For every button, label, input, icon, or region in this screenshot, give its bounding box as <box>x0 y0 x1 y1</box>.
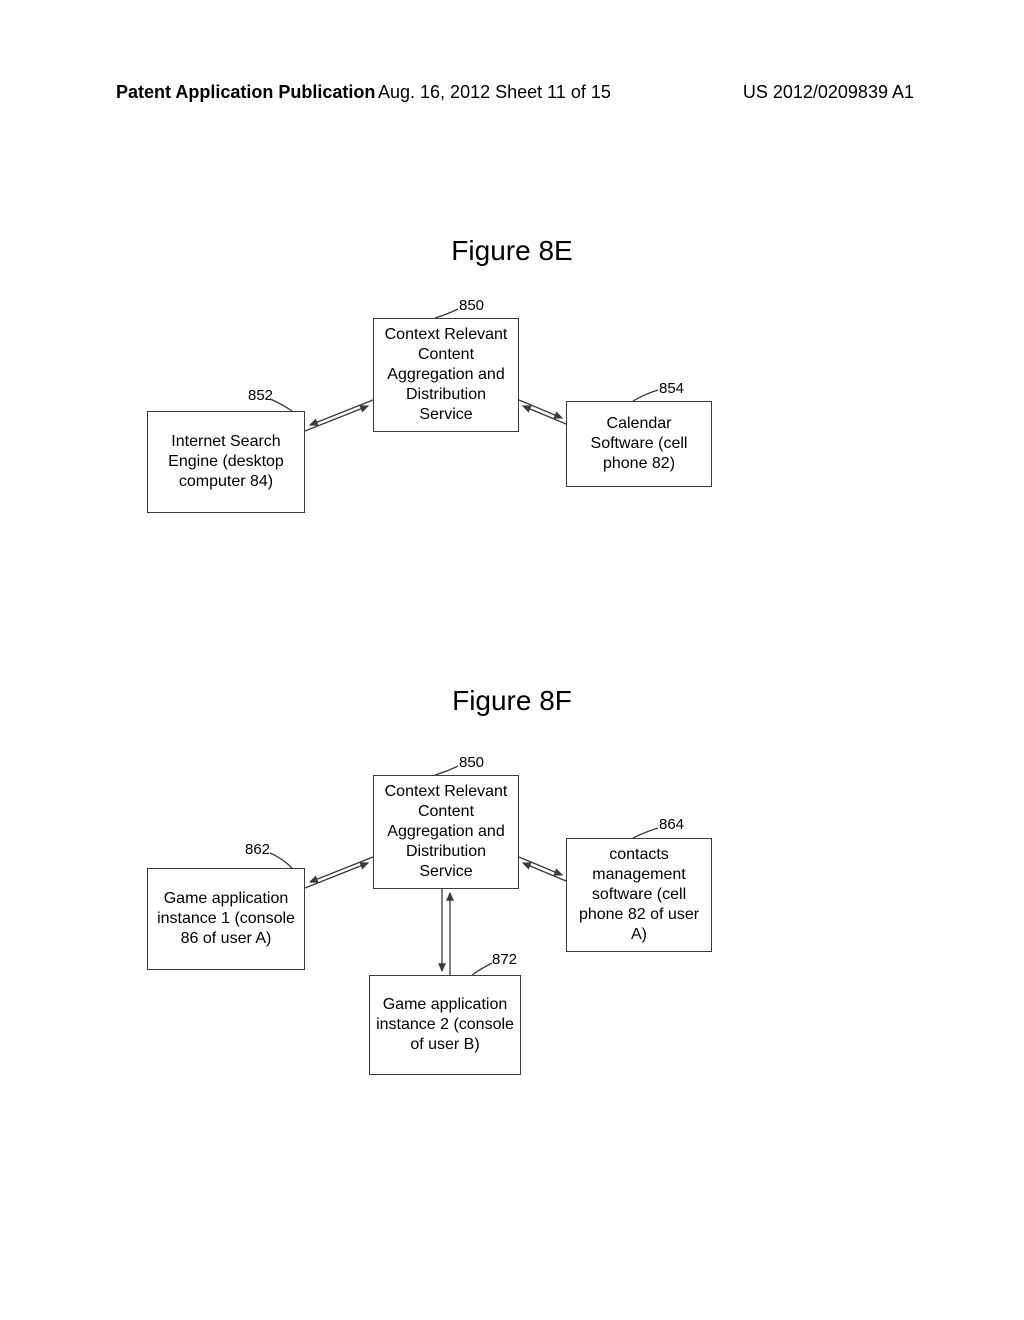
refnum-852: 852 <box>248 387 273 404</box>
box-game-instance-1-label: Game application instance 1 (console 86 … <box>154 889 298 949</box>
box-game-instance-2-label: Game application instance 2 (console of … <box>376 995 514 1055</box>
refnum-850-e: 850 <box>459 297 484 314</box>
header-right: US 2012/0209839 A1 <box>743 82 914 103</box>
box-calendar-software-label: Calendar Software (cell phone 82) <box>573 414 705 474</box>
refnum-854: 854 <box>659 380 684 397</box>
box-game-instance-1: Game application instance 1 (console 86 … <box>147 868 305 970</box>
box-contacts-software: contacts management software (cell phone… <box>566 838 712 952</box>
box-service-8e: Context Relevant Content Aggregation and… <box>373 318 519 432</box>
box-service-8e-label: Context Relevant Content Aggregation and… <box>380 325 512 425</box>
box-service-8f: Context Relevant Content Aggregation and… <box>373 775 519 889</box>
box-contacts-software-label: contacts management software (cell phone… <box>573 845 705 945</box>
refnum-864: 864 <box>659 816 684 833</box>
box-service-8f-label: Context Relevant Content Aggregation and… <box>380 782 512 882</box>
diagram-connectors <box>0 0 1024 1320</box>
refnum-872: 872 <box>492 951 517 968</box>
box-game-instance-2: Game application instance 2 (console of … <box>369 975 521 1075</box>
refnum-850-f: 850 <box>459 754 484 771</box>
box-search-engine: Internet Search Engine (desktop computer… <box>147 411 305 513</box>
header-left: Patent Application Publication <box>116 82 375 103</box>
header-mid: Aug. 16, 2012 Sheet 11 of 15 <box>378 82 611 103</box>
box-calendar-software: Calendar Software (cell phone 82) <box>566 401 712 487</box>
refnum-862: 862 <box>245 841 270 858</box>
box-search-engine-label: Internet Search Engine (desktop computer… <box>154 432 298 492</box>
figure-8f-title: Figure 8F <box>452 685 572 717</box>
figure-8e-title: Figure 8E <box>451 235 572 267</box>
